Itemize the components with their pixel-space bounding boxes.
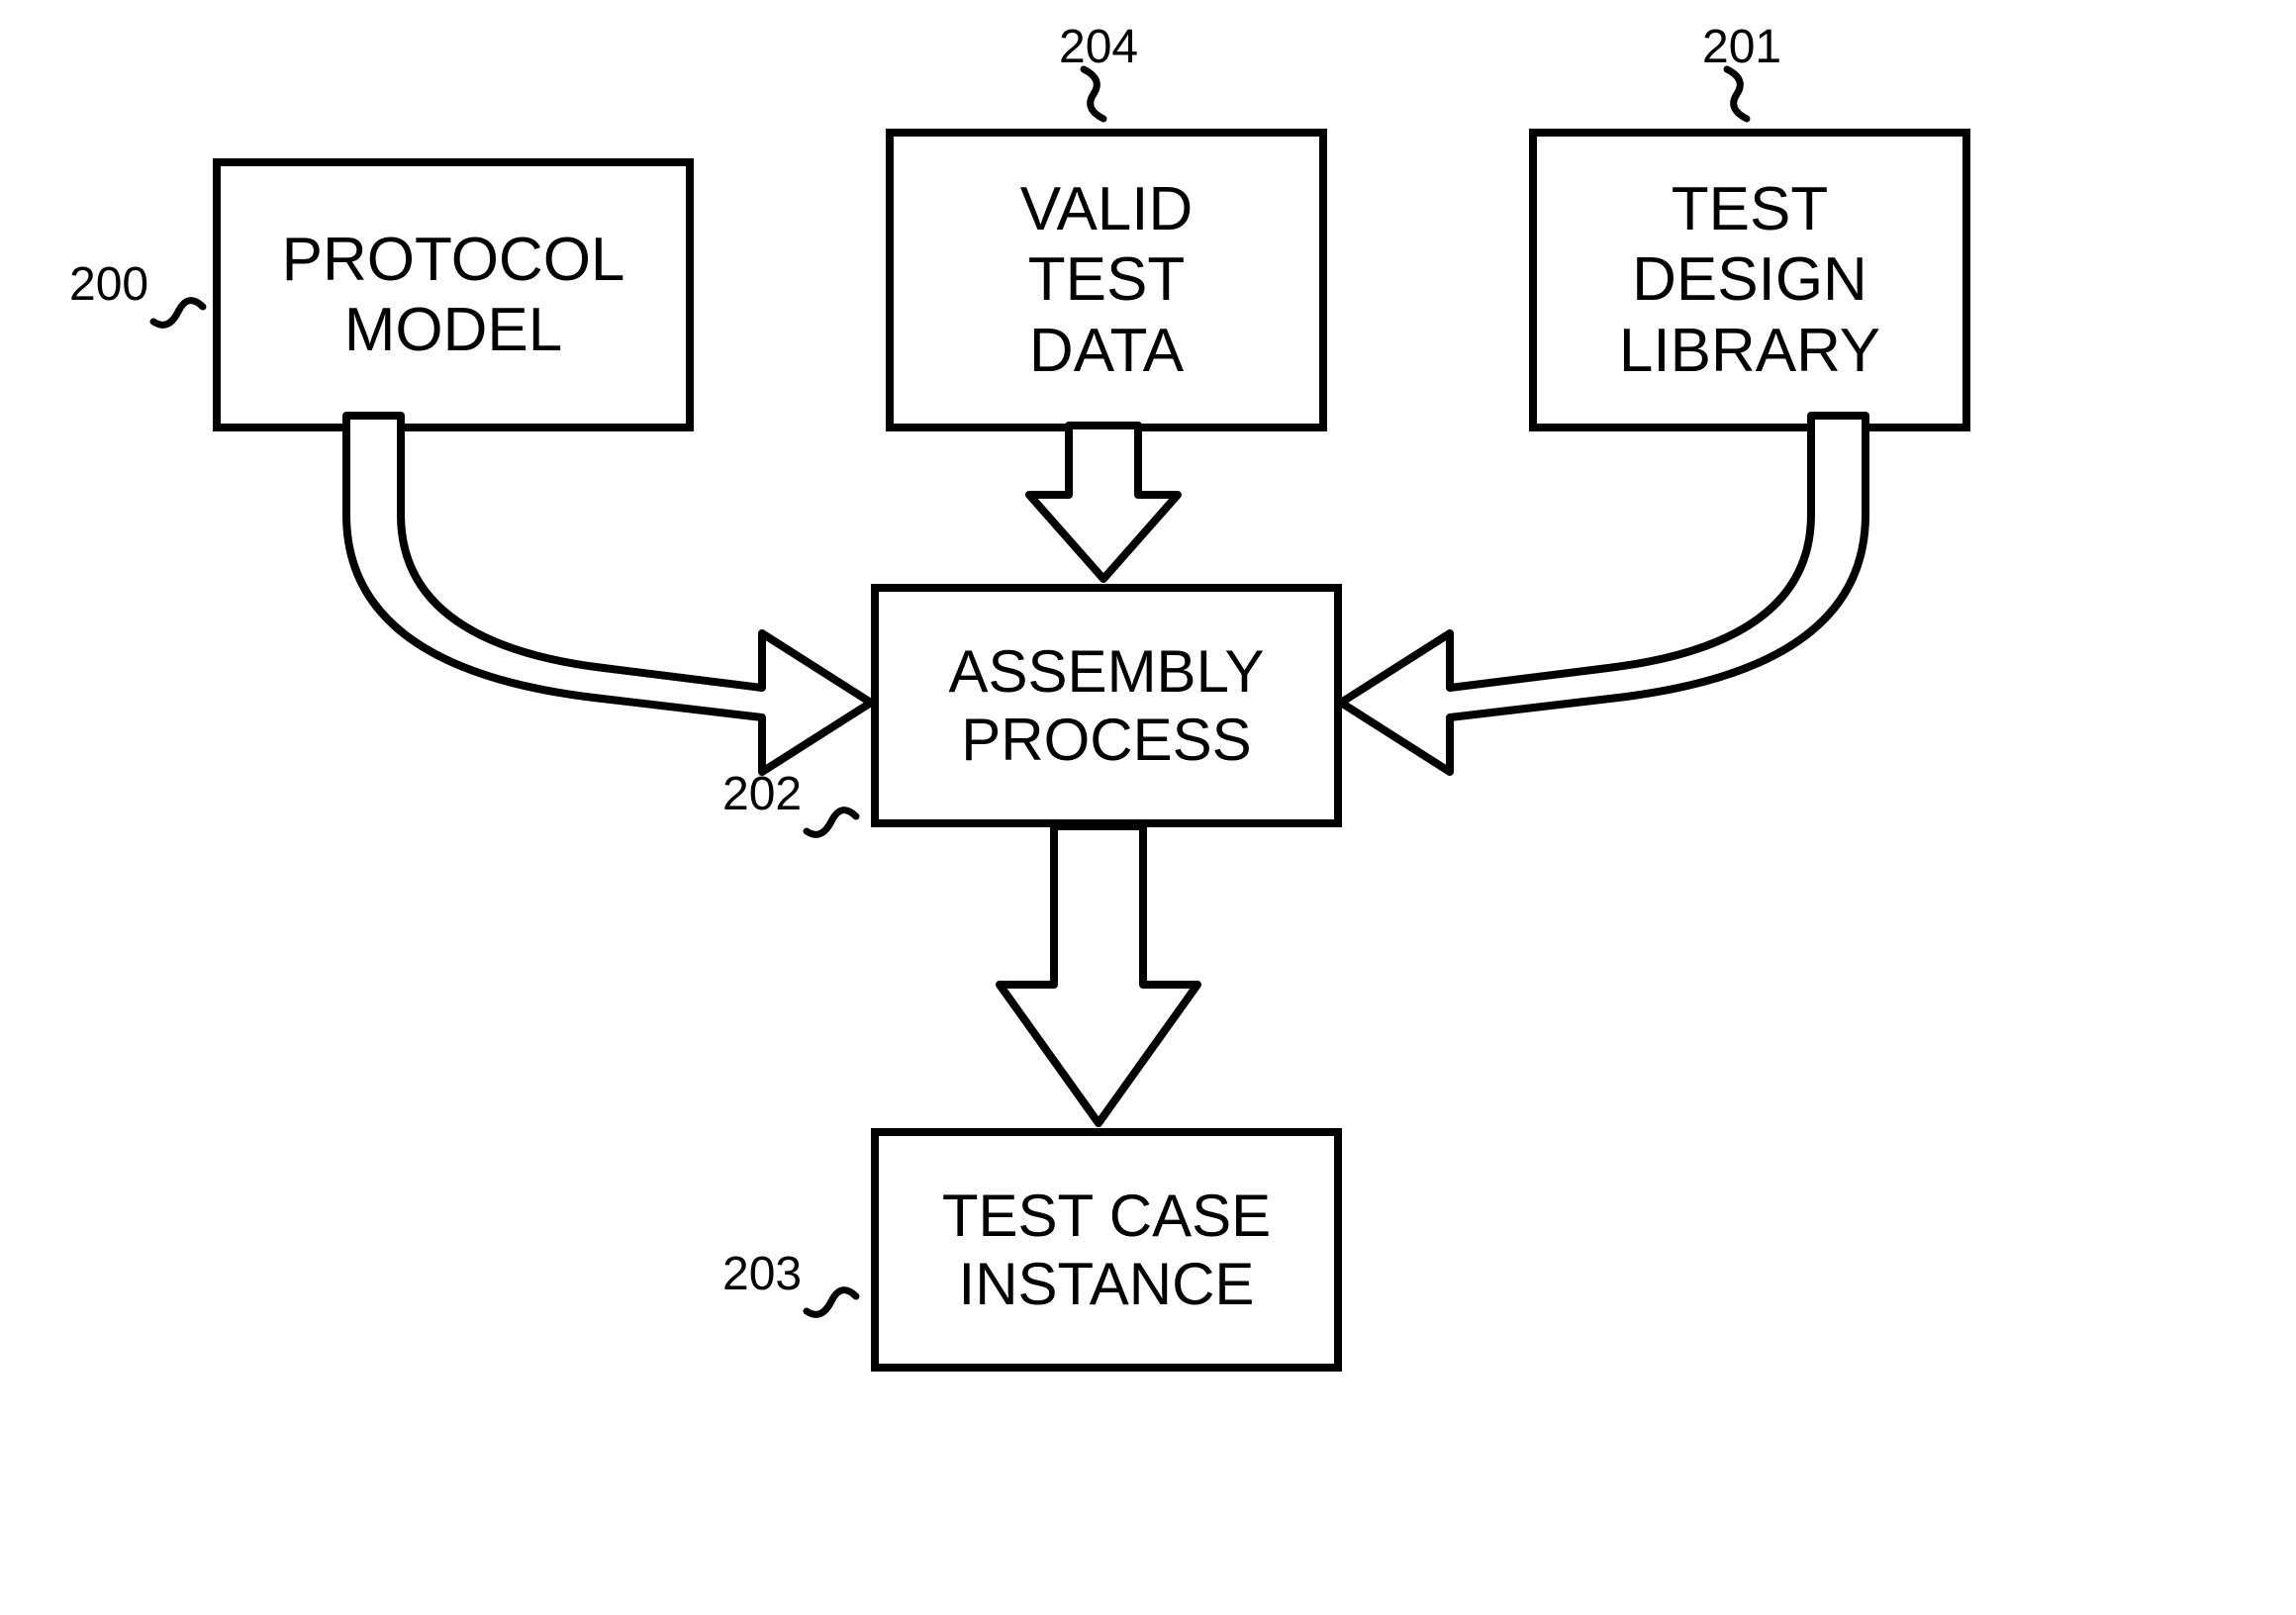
box-protocol-model-label: PROTOCOL MODEL [282,225,625,366]
box-assembly-process-label: ASSEMBLY PROCESS [948,637,1264,774]
arrow-testdata-to-assembly-icon [1019,426,1188,584]
arrow-library-to-assembly-icon [1321,416,1866,762]
arrow-protocol-to-assembly-icon [346,416,891,762]
box-protocol-model: PROTOCOL MODEL [213,158,694,431]
box-valid-test-data-label: VALID TEST DATA [1020,174,1194,386]
box-test-case-instance: TEST CASE INSTANCE [871,1128,1342,1372]
box-test-case-instance-label: TEST CASE INSTANCE [942,1182,1271,1318]
diagram-canvas: PROTOCOL MODEL VALID TEST DATA TEST DESI… [0,0,2296,1615]
ref-201-leader-icon [1717,64,1767,129]
ref-203-leader-icon [802,1267,871,1326]
arrow-assembly-to-instance-icon [990,826,1207,1128]
box-valid-test-data: VALID TEST DATA [886,129,1327,431]
ref-203: 203 [722,1247,802,1301]
ref-202-leader-icon [802,787,871,846]
ref-204-leader-icon [1074,64,1123,129]
box-test-design-library: TEST DESIGN LIBRARY [1529,129,1970,431]
ref-200: 200 [69,257,148,312]
box-test-design-library-label: TEST DESIGN LIBRARY [1619,174,1880,386]
ref-200-leader-icon [148,277,218,336]
box-assembly-process: ASSEMBLY PROCESS [871,584,1342,827]
